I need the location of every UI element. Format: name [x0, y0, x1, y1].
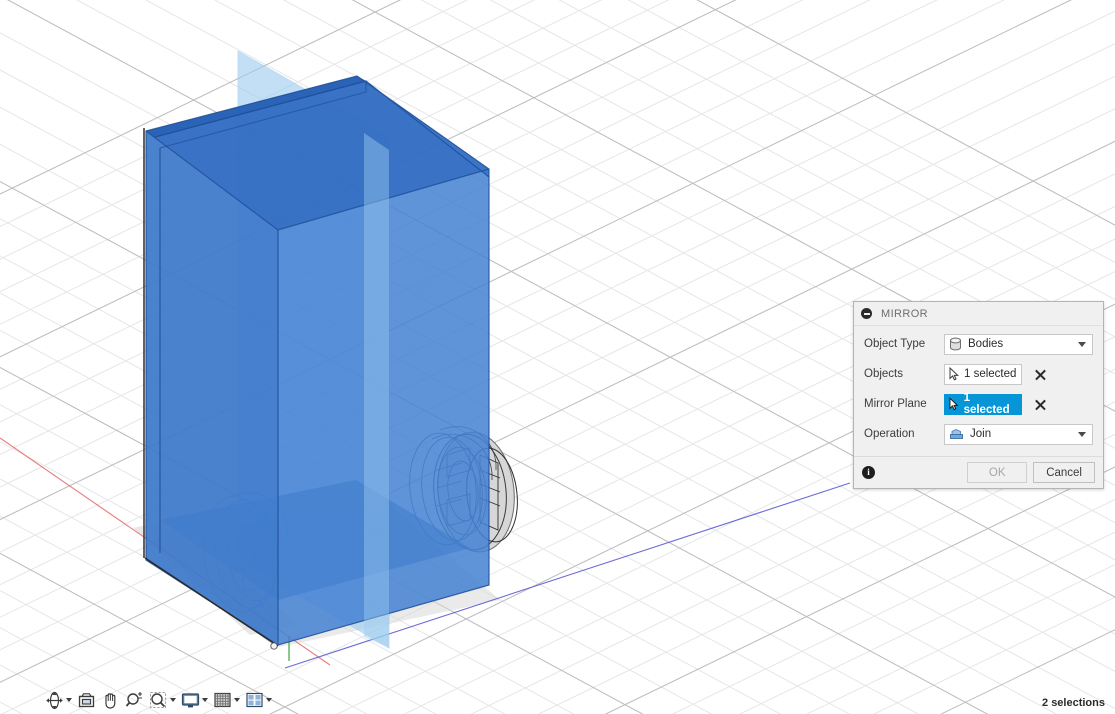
row-objects: Objects 1 selected [864, 362, 1093, 386]
cursor-arrow-icon [949, 367, 960, 381]
object-type-value: Bodies [968, 338, 1004, 350]
zoom-window-icon[interactable] [148, 690, 168, 710]
pan-tool[interactable] [100, 689, 120, 711]
viewports-icon[interactable] [244, 690, 264, 710]
body-cylinder-icon [950, 337, 961, 351]
chevron-down-icon[interactable] [202, 698, 208, 702]
mirror-plane-label: Mirror Plane [864, 398, 927, 410]
objects-selection-value: 1 selected [964, 368, 1017, 380]
dialog-body: Object Type Bodies Objects 1 selected Mi… [854, 326, 1103, 456]
mirror-plane-clear-icon[interactable] [1034, 398, 1047, 411]
chevron-down-icon[interactable] [234, 698, 240, 702]
row-mirror-plane: Mirror Plane 1 selected [864, 392, 1093, 416]
orbit-icon[interactable] [44, 690, 64, 710]
zoom-tool[interactable] [124, 689, 144, 711]
operation-select[interactable]: Join [944, 423, 1093, 445]
object-type-label: Object Type [864, 338, 926, 350]
collapse-circle-minus-icon[interactable] [861, 308, 872, 319]
pan-hand-icon[interactable] [100, 690, 120, 710]
cursor-arrow-icon [949, 397, 959, 411]
objects-clear-icon[interactable] [1034, 368, 1047, 381]
navigation-toolbar [0, 686, 1115, 714]
mirror-plane-front [364, 133, 389, 648]
origin-marker [270, 642, 278, 650]
orbit-tool[interactable] [44, 689, 72, 711]
fusion-360-window: MIRROR Object Type Bodies Objects 1 sele… [0, 0, 1115, 714]
operation-label: Operation [864, 428, 915, 440]
objects-selection-field[interactable]: 1 selected [944, 363, 1022, 385]
operation-value: Join [970, 428, 992, 440]
look-at-tool[interactable] [76, 689, 96, 711]
dialog-footer: i OK Cancel [854, 456, 1103, 488]
display-settings-tool[interactable] [180, 689, 208, 711]
zoom-magnifier-icon[interactable] [124, 690, 144, 710]
mirror-dialog[interactable]: MIRROR Object Type Bodies Objects 1 sele… [853, 301, 1104, 489]
chevron-down-icon[interactable] [1078, 342, 1086, 347]
grid-icon[interactable] [212, 690, 232, 710]
zoom-window-tool[interactable] [148, 689, 176, 711]
mirror-plane-selection-value: 1 selected [963, 392, 1010, 416]
chevron-down-icon[interactable] [66, 698, 72, 702]
join-boolean-icon [950, 429, 963, 439]
mirror-plane-selection-field[interactable]: 1 selected [944, 392, 1022, 416]
open-box-body [143, 75, 490, 647]
chevron-down-icon[interactable] [1078, 432, 1086, 437]
info-icon[interactable]: i [862, 466, 875, 479]
display-monitor-icon[interactable] [180, 690, 200, 710]
cancel-button[interactable]: Cancel [1033, 462, 1095, 483]
dialog-title-bar[interactable]: MIRROR [854, 302, 1103, 326]
row-operation: Operation Join [864, 422, 1093, 446]
look-at-icon[interactable] [76, 690, 96, 710]
row-object-type: Object Type Bodies [864, 332, 1093, 356]
ok-button[interactable]: OK [967, 462, 1028, 483]
chevron-down-icon[interactable] [170, 698, 176, 702]
grid-snaps-tool[interactable] [212, 689, 240, 711]
object-type-select[interactable]: Bodies [944, 333, 1093, 355]
objects-label: Objects [864, 368, 903, 380]
chevron-down-icon[interactable] [266, 698, 272, 702]
viewports-tool[interactable] [244, 689, 272, 711]
dialog-title: MIRROR [881, 307, 929, 320]
status-selection-count: 2 selections [1042, 697, 1105, 709]
